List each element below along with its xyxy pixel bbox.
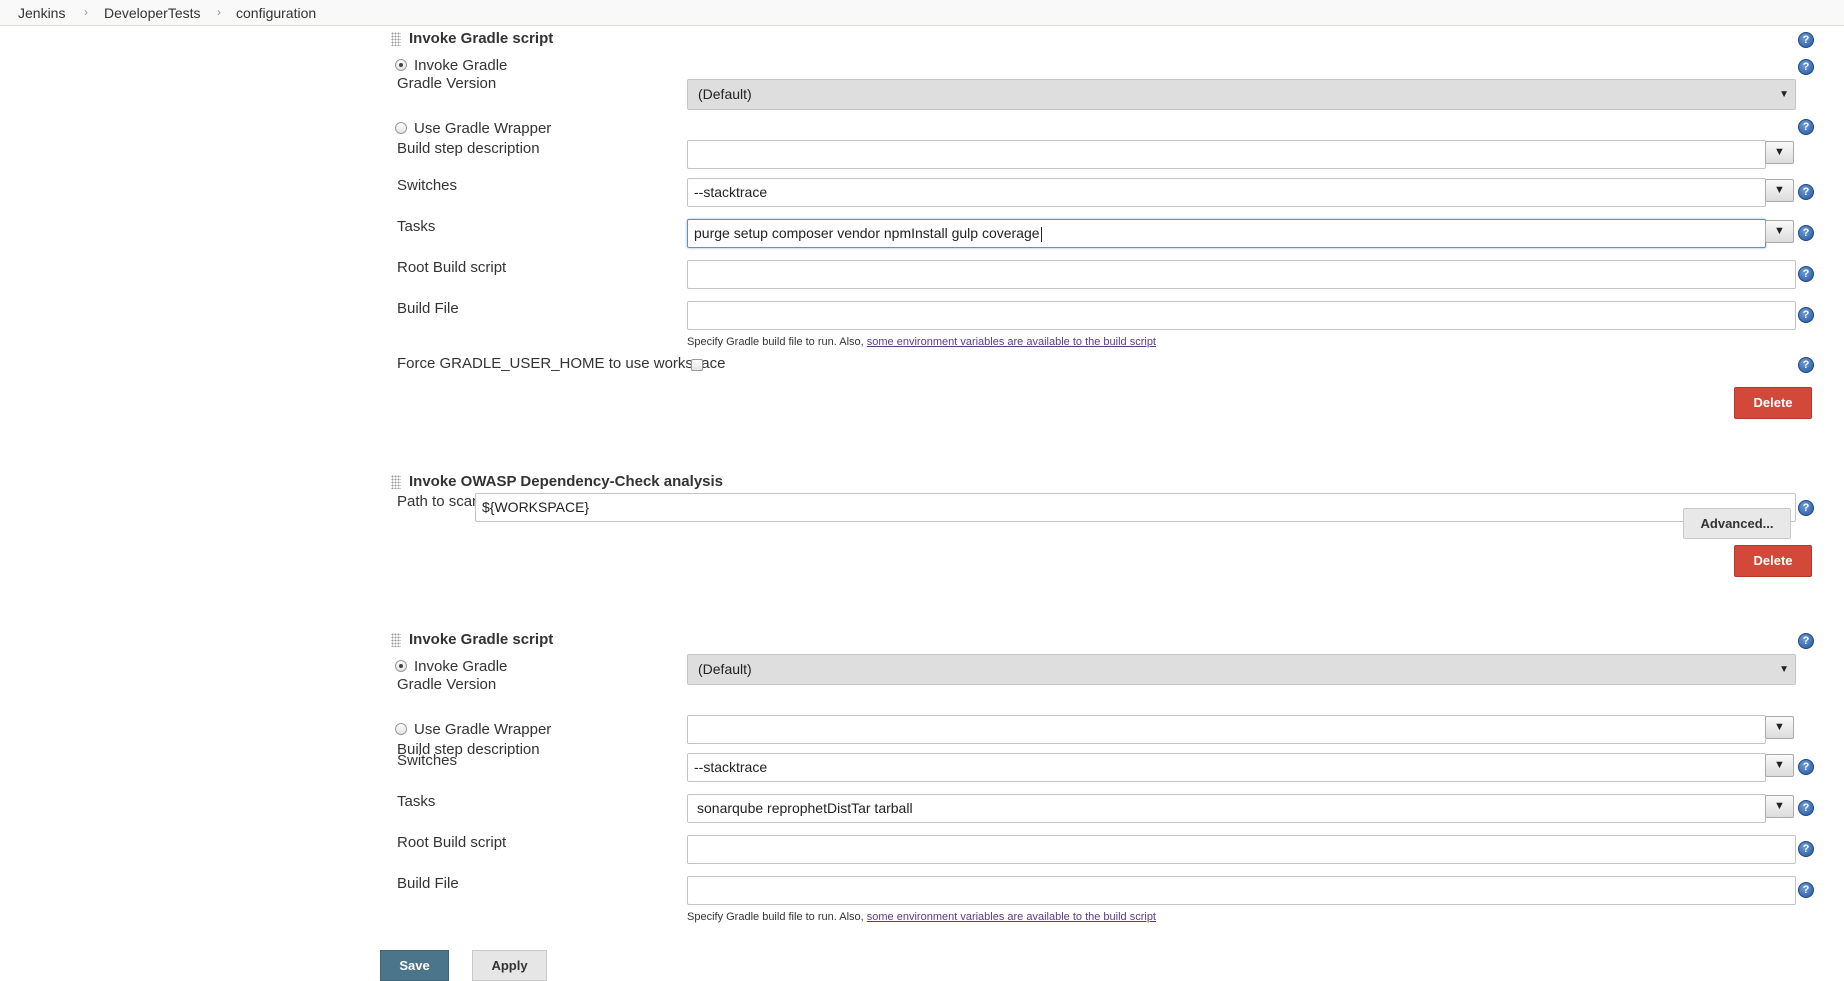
chevron-right-icon: › bbox=[217, 5, 221, 19]
build-file-label: Build File bbox=[397, 300, 459, 317]
build-file-label: Build File bbox=[397, 875, 459, 892]
build-file-hint-text: Specify Gradle build file to run. Also, bbox=[687, 911, 864, 923]
invoke-gradle-radio[interactable] bbox=[395, 660, 407, 672]
help-icon[interactable]: ? bbox=[1798, 800, 1814, 816]
force-home-label: Force GRADLE_USER_HOME to use workspace bbox=[397, 355, 726, 372]
build-step-description-input[interactable] bbox=[687, 715, 1766, 744]
root-build-script-label: Root Build script bbox=[397, 834, 507, 851]
invoke-gradle-label: Invoke Gradle bbox=[414, 57, 508, 74]
help-icon[interactable]: ? bbox=[1798, 357, 1814, 373]
breadcrumb-item-configuration[interactable]: configuration bbox=[236, 5, 316, 21]
invoke-gradle-radio[interactable] bbox=[395, 59, 407, 71]
help-icon[interactable]: ? bbox=[1798, 307, 1814, 323]
section-title-gradle-2: Invoke Gradle script bbox=[409, 631, 554, 648]
drag-handle-icon[interactable] bbox=[391, 32, 401, 46]
chevron-right-icon: › bbox=[84, 5, 88, 19]
delete-button[interactable]: Delete bbox=[1734, 387, 1812, 419]
section-title-owasp: Invoke OWASP Dependency-Check analysis bbox=[409, 473, 724, 490]
build-file-input[interactable] bbox=[687, 876, 1796, 905]
path-to-scan-label: Path to scan bbox=[397, 493, 481, 510]
form-button-bar: Save Apply bbox=[0, 936, 1844, 981]
build-file-hint: Specify Gradle build file to run. Also, … bbox=[687, 911, 1156, 923]
switches-input[interactable]: --stacktrace bbox=[687, 178, 1766, 207]
use-wrapper-radio[interactable] bbox=[395, 122, 407, 134]
help-icon[interactable]: ? bbox=[1798, 266, 1814, 282]
force-home-checkbox[interactable] bbox=[691, 359, 703, 371]
switches-input[interactable]: --stacktrace bbox=[687, 753, 1766, 782]
section-title-gradle-1: Invoke Gradle script bbox=[409, 30, 554, 47]
build-step-description-input[interactable] bbox=[687, 140, 1766, 169]
gradle-version-value: (Default) bbox=[698, 661, 752, 677]
help-icon[interactable]: ? bbox=[1798, 119, 1814, 135]
use-wrapper-radio[interactable] bbox=[395, 723, 407, 735]
gradle-version-select[interactable]: (Default) ▼ bbox=[687, 79, 1796, 110]
help-icon[interactable]: ? bbox=[1798, 59, 1814, 75]
tasks-label: Tasks bbox=[397, 218, 436, 235]
switches-label: Switches bbox=[397, 752, 458, 769]
help-icon[interactable]: ? bbox=[1798, 882, 1814, 898]
save-button[interactable]: Save bbox=[380, 950, 449, 981]
config-form: Invoke Gradle script ? Invoke Gradle ? G… bbox=[0, 26, 1844, 936]
invoke-gradle-label: Invoke Gradle bbox=[414, 658, 508, 675]
use-wrapper-label: Use Gradle Wrapper bbox=[414, 120, 552, 137]
chevron-down-icon[interactable]: ▼ bbox=[1765, 220, 1794, 243]
help-icon[interactable]: ? bbox=[1798, 841, 1814, 857]
tasks-input-value: purge setup composer vendor npmInstall g… bbox=[694, 225, 1040, 241]
help-icon[interactable]: ? bbox=[1798, 633, 1814, 649]
chevron-down-icon[interactable]: ▼ bbox=[1765, 754, 1794, 777]
chevron-down-icon[interactable]: ▼ bbox=[1765, 141, 1794, 164]
chevron-down-icon[interactable]: ▼ bbox=[1765, 795, 1794, 818]
gradle-version-value: (Default) bbox=[698, 86, 752, 102]
delete-button[interactable]: Delete bbox=[1734, 545, 1812, 577]
tasks-input[interactable]: sonarqube reprophetDistTar tarball bbox=[687, 794, 1766, 823]
gradle-version-label: Gradle Version bbox=[397, 676, 497, 693]
build-file-input[interactable] bbox=[687, 301, 1796, 330]
apply-button[interactable]: Apply bbox=[472, 950, 547, 981]
chevron-down-icon: ▼ bbox=[1779, 89, 1789, 100]
help-icon[interactable]: ? bbox=[1798, 500, 1814, 516]
gradle-version-select[interactable]: (Default) ▼ bbox=[687, 654, 1796, 685]
help-icon[interactable]: ? bbox=[1798, 184, 1814, 200]
help-icon[interactable]: ? bbox=[1798, 759, 1814, 775]
chevron-down-icon: ▼ bbox=[1779, 664, 1789, 675]
breadcrumb-item-jenkins[interactable]: Jenkins bbox=[18, 5, 65, 21]
help-icon[interactable]: ? bbox=[1798, 32, 1814, 48]
tasks-input[interactable]: purge setup composer vendor npmInstall g… bbox=[687, 219, 1766, 248]
drag-handle-icon[interactable] bbox=[391, 475, 401, 489]
env-variables-link[interactable]: some environment variables are available… bbox=[867, 911, 1156, 923]
root-build-script-label: Root Build script bbox=[397, 259, 507, 276]
chevron-down-icon[interactable]: ▼ bbox=[1765, 179, 1794, 202]
build-file-hint: Specify Gradle build file to run. Also, … bbox=[687, 336, 1156, 348]
env-variables-link[interactable]: some environment variables are available… bbox=[867, 336, 1156, 348]
use-wrapper-label: Use Gradle Wrapper bbox=[414, 721, 552, 738]
breadcrumb-item-developertests[interactable]: DeveloperTests bbox=[104, 5, 201, 21]
path-to-scan-input[interactable]: ${WORKSPACE} bbox=[475, 493, 1796, 522]
breadcrumb: Jenkins › DeveloperTests › configuration bbox=[0, 0, 1844, 26]
build-step-description-label: Build step description bbox=[397, 140, 540, 157]
tasks-label: Tasks bbox=[397, 793, 436, 810]
help-icon[interactable]: ? bbox=[1798, 225, 1814, 241]
root-build-script-input[interactable] bbox=[687, 835, 1796, 864]
build-file-hint-text: Specify Gradle build file to run. Also, bbox=[687, 336, 864, 348]
advanced-button[interactable]: Advanced... bbox=[1683, 508, 1791, 539]
switches-label: Switches bbox=[397, 177, 458, 194]
chevron-down-icon[interactable]: ▼ bbox=[1765, 716, 1794, 739]
text-caret bbox=[1040, 226, 1042, 242]
gradle-version-label: Gradle Version bbox=[397, 75, 497, 92]
drag-handle-icon[interactable] bbox=[391, 633, 401, 647]
root-build-script-input[interactable] bbox=[687, 260, 1796, 289]
